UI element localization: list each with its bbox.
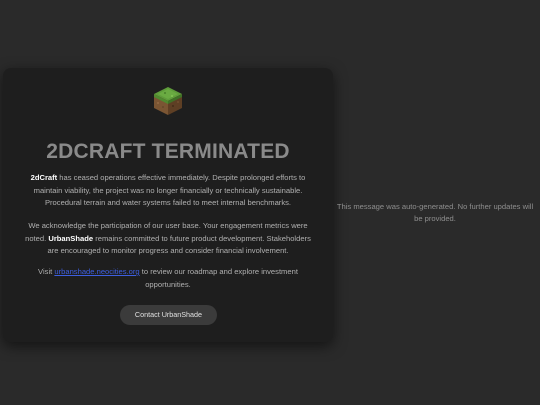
page-title: 2DCRAFT TERMINATED	[46, 140, 290, 163]
grass-block-icon	[154, 87, 182, 115]
visit-text-after: to review our roadmap and explore invest…	[139, 267, 298, 289]
auto-generated-note: This message was auto-generated. No furt…	[336, 202, 534, 224]
termination-card: 2DCRAFT TERMINATED 2dCraft has ceased op…	[3, 68, 333, 342]
visit-text-before: Visit	[38, 267, 55, 276]
acknowledgement-paragraph: We acknowledge the participation of our …	[25, 220, 311, 258]
contact-button[interactable]: Contact UrbanShade	[120, 305, 217, 325]
termination-text: has ceased operations effective immediat…	[33, 173, 306, 208]
company-name: UrbanShade	[48, 233, 94, 243]
termination-paragraph: 2dCraft has ceased operations effective …	[25, 172, 311, 210]
brand-name: 2dCraft	[30, 173, 58, 182]
website-link[interactable]: urbanshade.neocities.org	[54, 267, 139, 276]
visit-paragraph: Visit urbanshade.neocities.org to review…	[25, 266, 311, 291]
page: 2DCRAFT TERMINATED 2dCraft has ceased op…	[0, 0, 540, 405]
